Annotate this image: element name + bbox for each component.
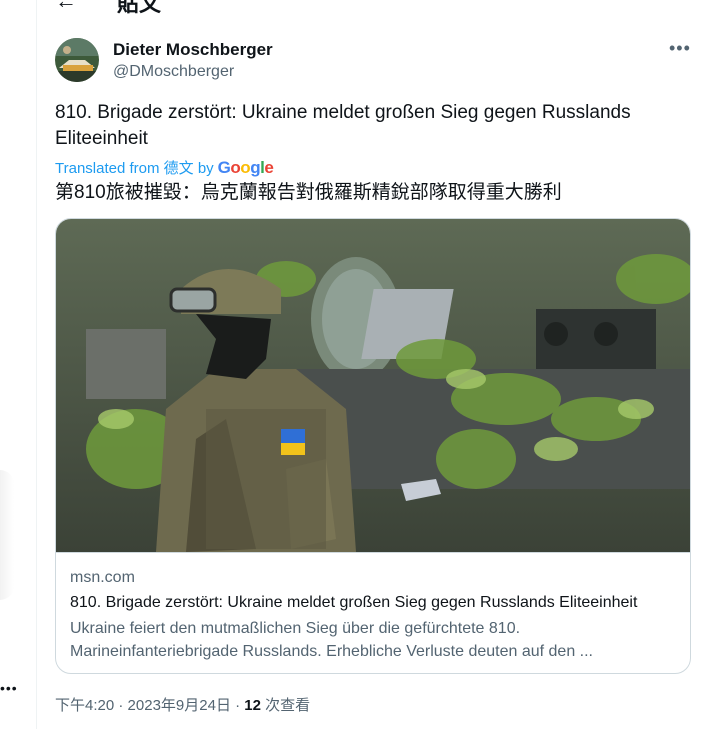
sidebar-edge-shadow xyxy=(0,470,14,600)
tweet-meta: 下午4:20 · 2023年9月24日 · 12 次查看 xyxy=(55,694,310,715)
back-arrow-icon[interactable]: ← xyxy=(55,0,77,14)
card-description: Ukraine feiert den mutmaßlichen Sieg übe… xyxy=(70,620,593,660)
page-title: 貼文 xyxy=(117,0,162,16)
sidebar-more-icon[interactable]: ••• xyxy=(0,680,18,696)
translated-label: Translated from 德文 by xyxy=(55,160,214,177)
card-body[interactable]: msn.com 810. Brigade zerstört: Ukraine m… xyxy=(56,552,690,673)
views-label: 次查看 xyxy=(260,697,311,714)
card-title: 810. Brigade zerstört: Ukraine meldet gr… xyxy=(70,594,638,611)
avatar[interactable] xyxy=(55,38,99,82)
card-image-soldier[interactable] xyxy=(56,219,690,552)
views-count: 12 xyxy=(244,697,261,714)
avatar-image xyxy=(55,38,99,82)
google-logo: Google xyxy=(217,157,274,177)
link-card[interactable]: msn.com 810. Brigade zerstört: Ukraine m… xyxy=(55,218,691,674)
author-handle[interactable]: @DMoschberger xyxy=(113,63,234,81)
tweet-detail-column: ← 貼文 Dieter Moschberger @DMoschberger ••… xyxy=(36,0,720,729)
post-date[interactable]: 2023年9月24日 xyxy=(128,697,231,714)
left-sidebar: ••• xyxy=(0,0,36,729)
tweet-text: 810. Brigade zerstört: Ukraine meldet gr… xyxy=(55,102,631,149)
meta-separator: · xyxy=(114,697,128,714)
more-dots-icon[interactable]: ••• xyxy=(669,38,691,59)
meta-separator: · xyxy=(230,697,245,714)
author-name[interactable]: Dieter Moschberger xyxy=(113,40,273,60)
page-header: ← 貼文 xyxy=(37,0,720,24)
post-time[interactable]: 下午4:20 xyxy=(55,697,114,714)
translation-attribution[interactable]: Translated from 德文 by Google xyxy=(55,157,274,178)
card-domain: msn.com xyxy=(70,569,135,586)
translated-text: 第810旅被摧毀：烏克蘭報告對俄羅斯精銳部隊取得重大勝利 xyxy=(55,182,562,203)
